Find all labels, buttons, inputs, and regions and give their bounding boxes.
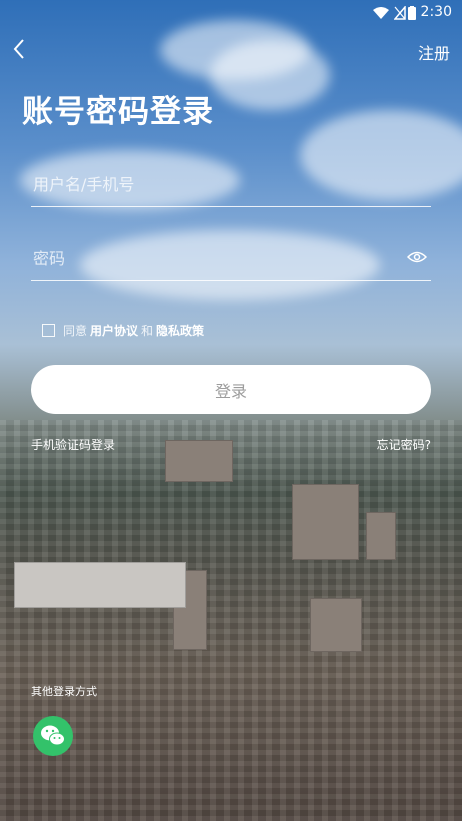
cloud-decoration (210, 40, 330, 110)
eye-icon[interactable] (407, 248, 427, 266)
wechat-icon (41, 725, 65, 746)
status-time: 2:30 (420, 4, 452, 20)
username-input[interactable] (31, 174, 395, 195)
user-agreement-link[interactable]: 用户协议 (90, 322, 138, 339)
page-title: 账号密码登录 (22, 94, 214, 130)
status-bar: 2:30 (0, 0, 462, 26)
back-icon[interactable] (8, 36, 32, 62)
wifi-icon (373, 7, 389, 19)
privacy-policy-link[interactable]: 隐私政策 (156, 322, 204, 339)
login-button[interactable]: 登录 (31, 365, 431, 414)
wechat-login-button[interactable] (33, 716, 73, 756)
username-field (31, 166, 431, 207)
building-decoration (310, 598, 362, 652)
password-input[interactable] (31, 248, 395, 269)
register-link[interactable]: 注册 (418, 40, 450, 64)
building-decoration (366, 512, 396, 560)
login-screen: 2:30 注册 账号密码登录 同意 用户协议 和 隐私政策 登录 手机验证码登录… (0, 0, 462, 821)
other-login-label: 其他登录方式 (31, 685, 97, 698)
password-field (31, 240, 431, 281)
signal-icon (394, 6, 406, 20)
building-decoration (165, 440, 233, 482)
building-decoration (292, 484, 359, 560)
sms-login-link[interactable]: 手机验证码登录 (31, 436, 115, 453)
agreement-and: 和 (141, 324, 154, 338)
battery-icon (408, 6, 416, 20)
building-decoration (14, 562, 186, 608)
forgot-password-link[interactable]: 忘记密码? (377, 436, 431, 453)
agreement-row: 同意 用户协议 和 隐私政策 (42, 322, 207, 339)
agreement-prefix: 同意 (63, 324, 88, 338)
agreement-checkbox[interactable] (42, 324, 55, 337)
